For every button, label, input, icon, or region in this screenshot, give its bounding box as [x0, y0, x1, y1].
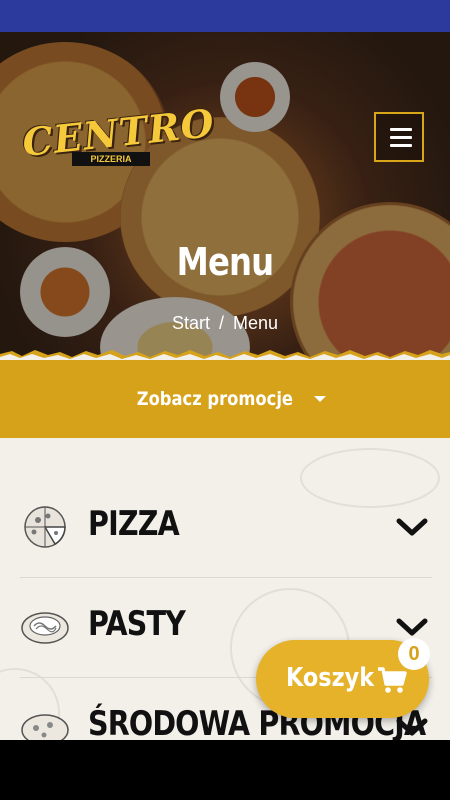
torn-edge — [0, 350, 450, 360]
hero-banner: CENTRO PIZZERIA Menu Start / Menu — [0, 32, 450, 360]
page-title: Menu — [176, 240, 274, 284]
bottom-bar — [0, 740, 450, 800]
status-bar — [0, 0, 450, 32]
cart-label: Koszyk — [286, 663, 375, 693]
logo-subtitle: PIZZERIA — [72, 152, 150, 166]
category-name: PASTY — [88, 604, 186, 644]
category-row-pizza[interactable]: PIZZA — [20, 478, 432, 578]
cart-icon — [378, 667, 407, 693]
pasta-bowl-icon — [21, 612, 69, 644]
breadcrumb: Start / Menu — [0, 313, 450, 334]
see-promotions-button[interactable]: Zobacz promocje — [0, 360, 450, 438]
cart-button[interactable]: Koszyk 0 — [256, 638, 430, 718]
chevron-down-icon — [396, 618, 428, 636]
category-name: PIZZA — [88, 504, 180, 544]
chevron-down-icon — [396, 518, 428, 536]
pizza-icon — [21, 714, 69, 740]
hamburger-icon — [390, 128, 412, 131]
breadcrumb-separator: / — [218, 313, 224, 333]
logo[interactable]: CENTRO PIZZERIA — [20, 100, 217, 170]
breadcrumb-current: Menu — [233, 313, 279, 333]
pizza-slice-icon — [24, 506, 66, 548]
chevron-down-icon — [396, 718, 428, 736]
hamburger-menu-button[interactable] — [374, 112, 424, 162]
promo-label: Zobacz promocje — [136, 388, 294, 410]
cart-count-badge: 0 — [398, 638, 430, 670]
breadcrumb-start[interactable]: Start — [172, 313, 210, 333]
caret-down-icon — [313, 396, 326, 402]
